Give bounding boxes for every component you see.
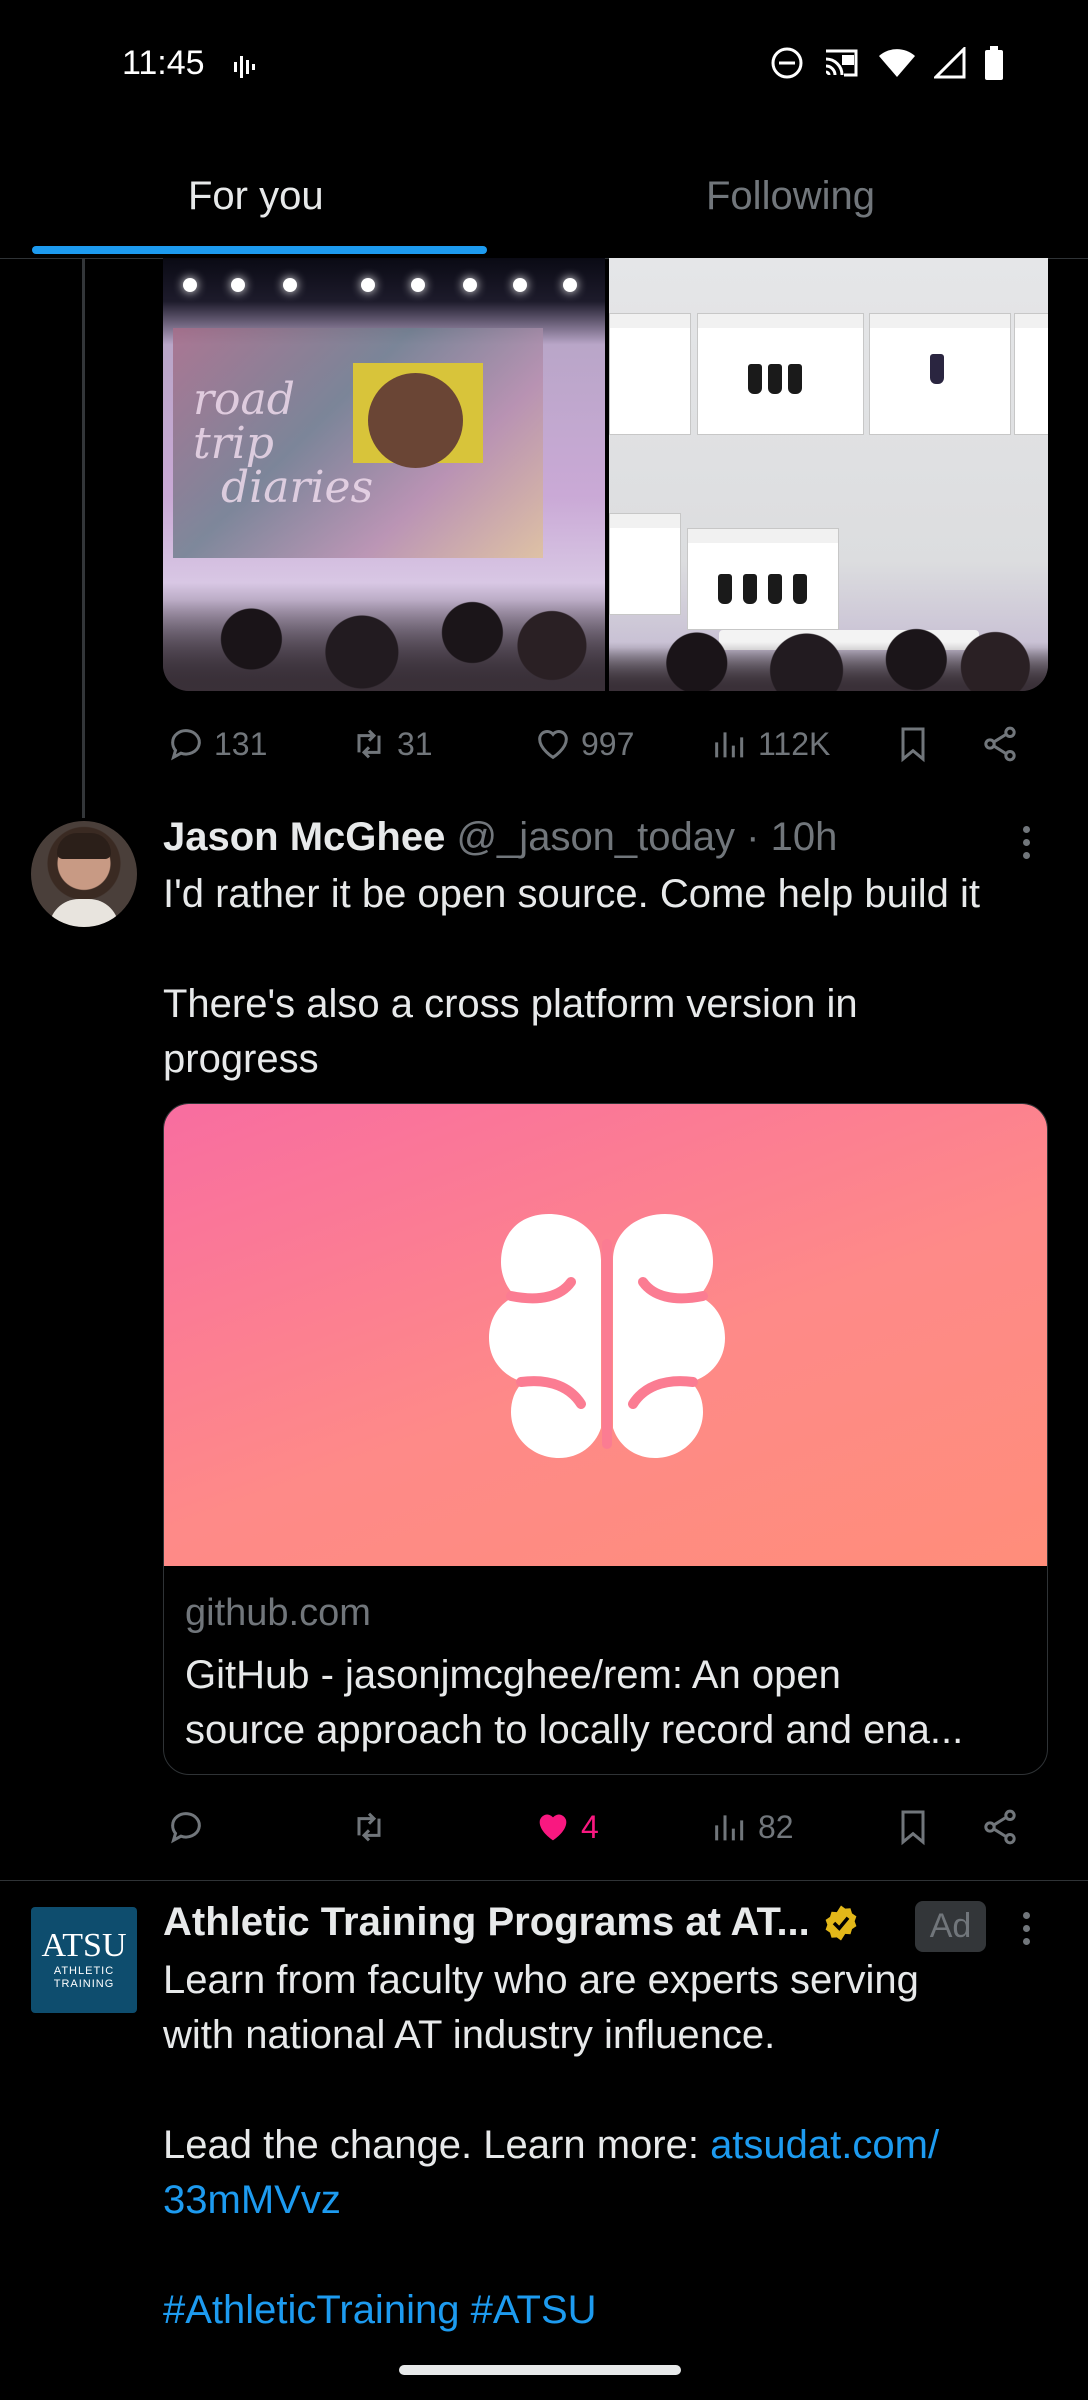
- voicemail-icon: [232, 52, 260, 87]
- like-button[interactable]: 997: [533, 724, 634, 764]
- views-count: 82: [758, 1808, 794, 1845]
- tweet-time: · 10h: [746, 815, 838, 859]
- repost-button[interactable]: 31: [349, 724, 433, 764]
- verified-badge-icon: [825, 1905, 857, 1940]
- tweet-text-line: There's also a cross platform version in: [163, 982, 858, 1026]
- like-count: 4: [581, 1808, 599, 1845]
- views-button[interactable]: 112K: [710, 724, 830, 764]
- repost-button[interactable]: [349, 1807, 389, 1847]
- ad-text-line: Lead the change. Learn more: atsudat.com…: [163, 2118, 1043, 2173]
- views-icon: [715, 732, 744, 758]
- author-name[interactable]: Jason McGhee: [163, 815, 445, 859]
- bookmark-button[interactable]: [893, 1807, 933, 1847]
- share-icon: [984, 726, 1016, 762]
- wifi-icon: [878, 47, 916, 84]
- avatar[interactable]: [31, 821, 137, 927]
- ad-text-line: with national AT industry influence.: [163, 2013, 776, 2057]
- ad-badge: Ad: [915, 1901, 986, 1952]
- repost-icon: [357, 1812, 381, 1842]
- card-title: GitHub - jasonjmcghee/rem: An open sourc…: [185, 1648, 1025, 1758]
- share-button[interactable]: [980, 1807, 1020, 1847]
- bookmark-icon: [901, 727, 925, 763]
- like-count: 997: [581, 725, 635, 762]
- status-icons: [770, 45, 1004, 85]
- card-title-line: source approach to locally record and en…: [185, 1708, 964, 1752]
- views-count: 112K: [758, 725, 831, 762]
- hashtag-atsu[interactable]: #ATSU: [471, 2288, 597, 2332]
- repost-count: 31: [397, 725, 433, 762]
- media-image-screen[interactable]: [609, 258, 1048, 691]
- ad-hashtags: #AthleticTraining #ATSU: [163, 2283, 1043, 2338]
- like-button-active[interactable]: 4: [533, 1807, 599, 1847]
- author-handle[interactable]: @_jason_today: [456, 815, 735, 859]
- ad-link-continued[interactable]: 33mMVvz: [163, 2178, 341, 2222]
- thread-connector-line: [82, 258, 85, 818]
- ad-text-prefix: Lead the change. Learn more:: [163, 2123, 711, 2167]
- logo-subtext: ATHLETIC TRAINING: [53, 1965, 115, 1990]
- tweet-divider: [0, 1880, 1088, 1881]
- bookmark-button[interactable]: [893, 724, 933, 764]
- home-indicator[interactable]: [399, 2365, 681, 2375]
- hashtag-athletictraining[interactable]: #AthleticTraining: [163, 2288, 459, 2332]
- tweet-text-line: progress: [163, 1037, 319, 1081]
- signal-icon: [932, 45, 966, 84]
- card-image[interactable]: [164, 1104, 1047, 1566]
- brain-logo-icon: [489, 1214, 725, 1458]
- more-options-icon[interactable]: [1023, 1912, 1031, 1951]
- media-image-stage[interactable]: road trip diaries: [163, 258, 605, 691]
- active-tab-indicator: [32, 246, 487, 254]
- logo-text: ATSU: [41, 1927, 127, 1964]
- tab-for-you[interactable]: For you: [188, 174, 324, 219]
- reply-icon: [171, 729, 201, 761]
- share-button[interactable]: [980, 724, 1020, 764]
- ad-text-line: 33mMVvz: [163, 2173, 1043, 2228]
- ad-header: Athletic Training Programs at AT...: [163, 1900, 862, 1945]
- timeline-tabs: For you Following: [0, 140, 1088, 259]
- status-time: 11:45: [122, 44, 205, 82]
- tweet-media-grid[interactable]: road trip diaries: [163, 258, 1048, 691]
- link-card[interactable]: github.com GitHub - jasonjmcghee/rem: An…: [163, 1103, 1048, 1775]
- reply-button[interactable]: 131: [166, 724, 267, 764]
- card-title-line: GitHub - jasonjmcghee/rem: An open: [185, 1653, 841, 1697]
- share-icon: [984, 1809, 1016, 1845]
- reply-button[interactable]: [166, 1807, 206, 1847]
- advertiser-logo[interactable]: ATSU ATHLETIC TRAINING: [31, 1907, 137, 2013]
- reply-icon: [171, 1812, 201, 1844]
- ad-text-line: Learn from faculty who are experts servi…: [163, 1958, 919, 2002]
- more-options-icon[interactable]: [1023, 826, 1031, 865]
- bookmark-icon: [901, 1810, 925, 1846]
- battery-icon: [984, 46, 1004, 85]
- heart-icon: [538, 730, 568, 760]
- views-icon: [715, 1815, 744, 1841]
- cast-icon: [822, 47, 860, 84]
- repost-icon: [357, 729, 381, 759]
- heart-filled-icon: [539, 1814, 567, 1841]
- card-domain: github.com: [185, 1592, 371, 1634]
- views-button[interactable]: 82: [710, 1807, 794, 1847]
- tweet-header: Jason McGhee @_jason_today · 10h: [163, 815, 837, 860]
- tab-following[interactable]: Following: [706, 174, 875, 219]
- ad-link[interactable]: atsudat.com/: [710, 2123, 939, 2167]
- advertiser-name[interactable]: Athletic Training Programs at AT...: [163, 1900, 810, 1945]
- reply-count: 131: [214, 725, 268, 762]
- tweet-text-line: I'd rather it be open source. Come help …: [163, 872, 980, 916]
- dnd-icon: [770, 46, 804, 85]
